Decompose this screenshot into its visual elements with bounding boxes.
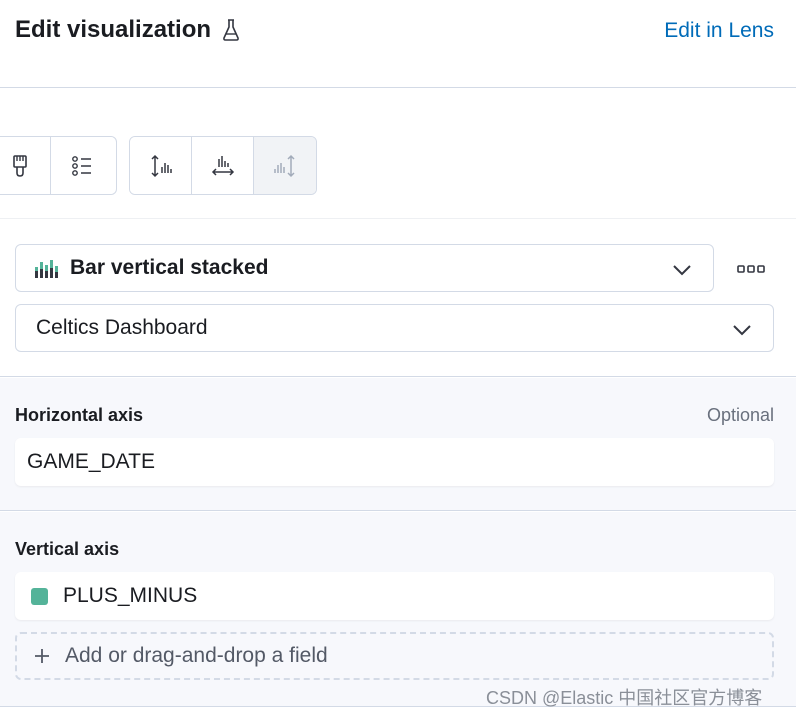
bottom-axis-icon xyxy=(211,155,234,176)
bottom-axis-button[interactable] xyxy=(192,137,254,194)
beaker-icon xyxy=(223,19,239,41)
chart-type-select[interactable]: Bar vertical stacked xyxy=(15,244,714,292)
watermark: CSDN @Elastic 中国社区官方博客 xyxy=(486,688,763,708)
toolbar-group-appearance xyxy=(0,136,117,195)
chevron-down-icon xyxy=(733,325,751,336)
field-label: GAME_DATE xyxy=(27,450,155,473)
layer-select[interactable]: Celtics Dashboard xyxy=(15,304,774,352)
paintbrush-icon xyxy=(12,154,27,177)
flyout-header: Edit visualization Edit in Lens xyxy=(0,0,796,88)
legend-settings-button[interactable] xyxy=(51,137,113,194)
legend-icon xyxy=(72,155,91,176)
left-axis-icon xyxy=(150,154,172,177)
toolbar xyxy=(0,89,796,219)
vertical-axis-panel: Vertical axis PLUS_MINUS Add or drag-and… xyxy=(0,512,796,707)
optional-label: Optional xyxy=(706,405,774,425)
right-axis-icon xyxy=(274,154,295,177)
page-title: Edit visualization xyxy=(15,16,241,44)
horizontal-axis-title: Horizontal axis xyxy=(15,405,144,425)
left-axis-button[interactable] xyxy=(130,137,192,194)
more-actions-icon[interactable] xyxy=(737,264,765,274)
page-title-text: Edit visualization xyxy=(15,16,212,43)
chart-type-label: Bar vertical stacked xyxy=(70,256,269,279)
visual-options-button[interactable] xyxy=(0,137,51,194)
bar-stacked-icon xyxy=(35,260,58,278)
edit-in-lens-link[interactable]: Edit in Lens xyxy=(664,19,774,43)
add-field-dropzone[interactable]: Add or drag-and-drop a field xyxy=(15,632,774,680)
color-swatch[interactable] xyxy=(31,587,48,605)
field-label: PLUS_MINUS xyxy=(63,584,198,607)
plus-icon xyxy=(35,649,49,663)
layer-label: Celtics Dashboard xyxy=(36,316,208,339)
vertical-axis-field[interactable]: PLUS_MINUS xyxy=(15,572,774,620)
vertical-axis-title: Vertical axis xyxy=(15,539,120,559)
chevron-down-icon xyxy=(673,265,691,276)
toolbar-group-axes xyxy=(129,136,317,195)
layer-config: Bar vertical stacked Celtics Dashboard xyxy=(0,220,796,377)
horizontal-axis-field[interactable]: GAME_DATE xyxy=(15,438,774,486)
horizontal-axis-panel: Horizontal axis Optional GAME_DATE xyxy=(0,378,796,511)
right-axis-button[interactable] xyxy=(254,137,316,194)
add-field-label: Add or drag-and-drop a field xyxy=(65,644,328,667)
